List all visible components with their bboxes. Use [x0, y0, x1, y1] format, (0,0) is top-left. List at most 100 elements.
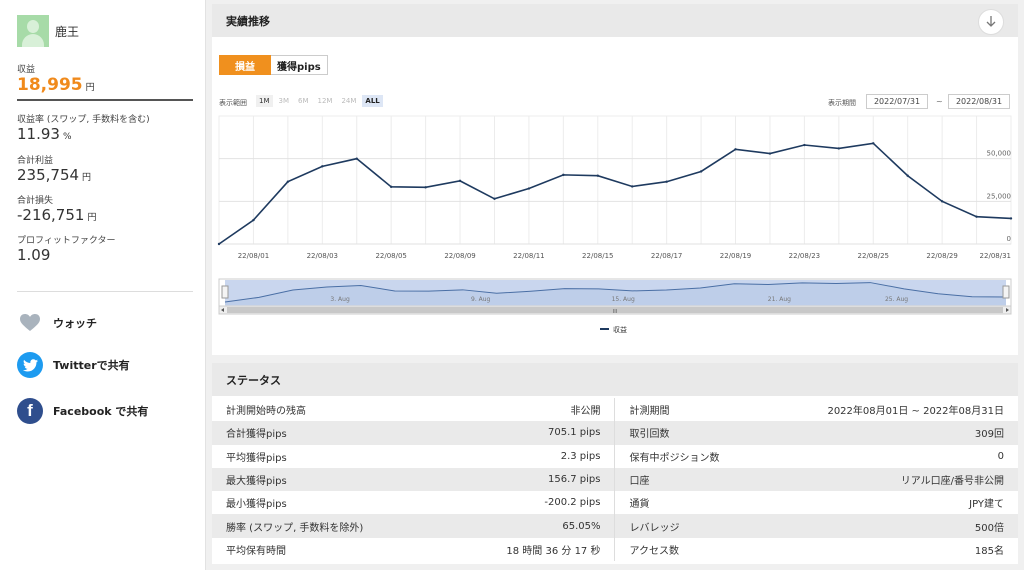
x-tick-label: 22/08/03	[307, 252, 338, 260]
status-key: 口座	[614, 467, 812, 492]
data-point	[424, 186, 427, 189]
data-point	[699, 170, 703, 173]
status-key: 保有中ポジション数	[629, 452, 720, 464]
status-row: 平均保有時間 18 時間 36 分 17 秒 アクセス数 185名	[212, 537, 1018, 562]
username[interactable]: 鹿王	[55, 23, 79, 40]
status-value: 18 時間 36 分 17 秒	[408, 537, 616, 562]
status-value: JPY建て	[969, 499, 1004, 511]
navigator-label: 9. Aug	[471, 296, 491, 303]
y-tick-label: 0	[1007, 235, 1011, 243]
data-point	[803, 143, 806, 147]
total-profit-value: 235,754 円	[17, 166, 92, 184]
x-tick-label: 22/08/01	[238, 252, 269, 260]
facebook-icon: f	[17, 398, 43, 424]
profit-factor-value: 1.09	[17, 246, 51, 264]
profit-value: 18,995 円	[17, 75, 95, 95]
status-value: -200.2 pips	[408, 491, 616, 515]
data-point	[665, 180, 668, 183]
status-value: 156.7 pips	[408, 467, 616, 492]
data-point	[389, 185, 393, 189]
data-point	[1009, 217, 1013, 220]
avatar[interactable]	[17, 15, 49, 47]
data-point	[631, 185, 634, 188]
y-tick-label: 50,000	[987, 150, 1012, 158]
navigator-label: 25. Aug	[885, 296, 908, 303]
data-point	[217, 242, 221, 246]
x-tick-label: 22/08/17	[651, 252, 682, 260]
status-row: 最小獲得pips -200.2 pips 通貨 JPY建て	[212, 491, 1018, 515]
data-point	[355, 157, 358, 160]
performance-panel: 実績推移 損益 獲得pips 表示範囲 1M 3M 6M 12M 24M ALL…	[212, 4, 1018, 355]
profit-divider	[17, 99, 193, 101]
data-point	[286, 180, 290, 183]
sidebar-divider	[17, 291, 193, 292]
facebook-share-button[interactable]: f Facebook で共有	[17, 398, 148, 424]
x-tick-label: 22/08/31	[980, 252, 1011, 260]
status-key: 通貨	[629, 499, 650, 511]
status-value: 2.3 pips	[408, 444, 616, 468]
status-key: 計測期間	[629, 406, 670, 418]
data-point	[906, 174, 909, 177]
y-tick-label: 25,000	[987, 192, 1012, 200]
return-rate-label: 収益率 (スワップ, 手数料を含む)	[17, 115, 150, 125]
data-point	[975, 215, 978, 218]
status-row: 計測開始時の残高 非公開 計測期間 2022年08月01日 ~ 2022年08月31日	[212, 398, 1018, 422]
status-value: 500倍	[811, 514, 1018, 538]
x-tick-label: 22/08/23	[789, 252, 820, 260]
twitter-bird-icon	[17, 352, 43, 378]
profit-label: 収益	[17, 65, 36, 75]
data-point	[734, 148, 737, 151]
total-loss-value: -216,751 円	[17, 206, 97, 224]
twitter-share-label: Twitterで共有	[53, 359, 130, 372]
x-tick-label: 22/08/05	[375, 252, 406, 260]
legend-label[interactable]: 収益	[613, 325, 627, 334]
status-value: 2022年08月01日 ~ 2022年08月31日	[827, 406, 1004, 418]
twitter-share-button[interactable]: Twitterで共有	[17, 352, 130, 378]
data-point	[837, 147, 841, 150]
plot-area	[218, 115, 1012, 245]
data-point	[458, 179, 462, 183]
total-loss-label: 合計損失	[17, 196, 54, 206]
status-key: 最大獲得pips	[212, 467, 409, 492]
status-key: 取引回数	[614, 421, 812, 445]
status-key: 平均保有時間	[226, 545, 286, 557]
status-value: 705.1 pips	[408, 421, 616, 445]
status-table: 計測開始時の残高 非公開 計測期間 2022年08月01日 ~ 2022年08月31日…	[212, 398, 1018, 562]
status-value: リアル口座/番号非公開	[811, 467, 1018, 492]
facebook-share-label: Facebook で共有	[53, 405, 149, 418]
status-key: 最小獲得pips	[226, 499, 287, 511]
data-point	[493, 197, 496, 200]
data-point	[768, 152, 772, 155]
data-point	[872, 142, 875, 145]
heart-icon	[17, 310, 43, 336]
x-tick-label: 22/08/29	[926, 252, 957, 260]
profit-chart: 0 25,000 50,000 22/08/01 22/08/03 22/08/05 22/…	[217, 115, 1013, 334]
navigator-label: 3. Aug	[330, 296, 350, 303]
navigator-handle[interactable]	[1002, 285, 1010, 299]
x-tick-label: 22/08/15	[582, 252, 613, 260]
navigator-label: 21. Aug	[768, 296, 791, 303]
status-key: 平均獲得pips	[226, 452, 287, 464]
status-key: 勝率 (スワップ, 手数料を除外)	[212, 514, 409, 538]
status-value: 非公開	[408, 398, 616, 422]
watch-label: ウォッチ	[53, 317, 97, 330]
navigator-handle[interactable]	[221, 285, 229, 299]
data-point	[321, 165, 324, 168]
status-panel: ステータス 計測開始時の残高 非公開 計測期間 2022年08月01日 ~ 2022年…	[212, 363, 1018, 564]
status-value: 309回	[811, 421, 1018, 445]
return-rate-value: 11.93%	[17, 125, 72, 143]
data-point	[527, 187, 531, 190]
watch-button[interactable]: ウォッチ	[17, 310, 97, 336]
x-tick-label: 22/08/11	[513, 252, 544, 260]
status-value: 0	[997, 450, 1004, 462]
sidebar: 鹿王 収益 18,995 円 収益率 (スワップ, 手数料を含む) 11.93% …	[0, 0, 206, 570]
total-profit-label: 合計利益	[17, 156, 54, 166]
status-row: 平均獲得pips 2.3 pips 保有中ポジション数 0	[212, 444, 1018, 468]
status-row: 最大獲得pips 156.7 pips 口座 リアル口座/番号非公開	[212, 467, 1018, 492]
navigator-label: 15. Aug	[612, 296, 635, 303]
status-key: 合計獲得pips	[212, 421, 409, 445]
user-info: 鹿王	[17, 15, 79, 47]
status-value: 65.05%	[408, 514, 616, 538]
status-title: ステータス	[226, 373, 281, 387]
status-row: 勝率 (スワップ, 手数料を除外) 65.05% レバレッジ 500倍	[212, 514, 1018, 538]
